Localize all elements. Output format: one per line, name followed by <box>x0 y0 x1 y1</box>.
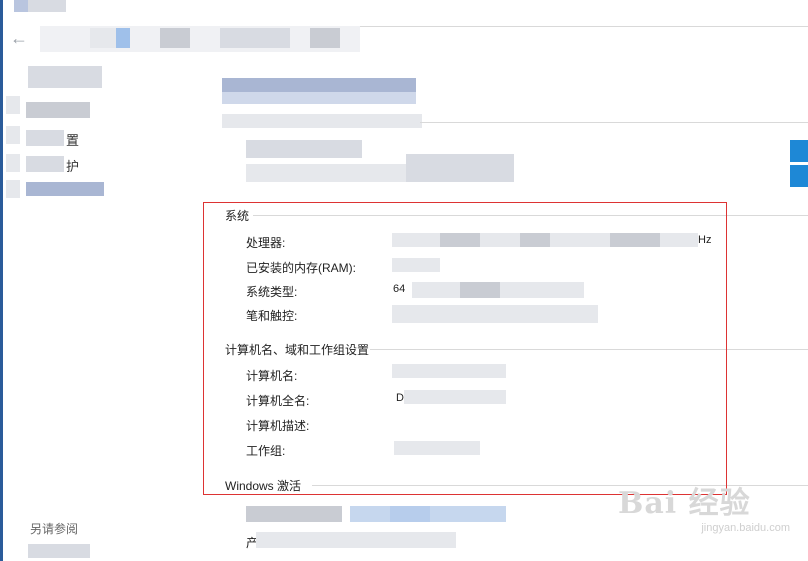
license-terms-link-blur <box>390 506 430 522</box>
sidebar-home-blur[interactable] <box>28 66 102 88</box>
copyright-blur-2 <box>406 154 514 182</box>
sidebar-item-blur-4[interactable] <box>26 182 104 196</box>
sidebar-icon-blur-3 <box>6 154 20 172</box>
page-title <box>222 78 416 92</box>
sidebar-item-label-2[interactable]: 护 <box>66 156 79 175</box>
watermark-brand: Bai 经验 <box>618 486 751 521</box>
edition-divider <box>420 122 808 123</box>
page-title-blur-2 <box>222 92 416 104</box>
address-blur-5 <box>310 28 340 48</box>
watermark-url: jingyan.baidu.com <box>701 522 790 534</box>
edition-name <box>246 140 362 158</box>
baidu-watermark: Bai 经验 jingyan.baidu.com <box>618 478 798 548</box>
copyright-line <box>246 164 406 182</box>
address-blur-4 <box>220 28 290 48</box>
toolbar-divider <box>360 26 808 27</box>
activation-status-blur <box>246 506 342 522</box>
highlight-box <box>203 202 727 495</box>
sidebar-item-label-1[interactable]: 置 <box>66 130 79 149</box>
sidebar-item-blur-3[interactable] <box>26 156 64 172</box>
titlebar-icon-blur <box>14 0 28 12</box>
sidebar-icon-blur-1 <box>6 96 20 114</box>
sidebar-icon-blur-4 <box>6 180 20 198</box>
edition-heading <box>222 114 422 128</box>
address-blur-3 <box>160 28 190 48</box>
product-id-value <box>256 532 456 548</box>
arrow-left-icon[interactable]: ← <box>10 28 30 48</box>
sidebar-icon-blur-2 <box>6 126 20 144</box>
address-blur-2 <box>116 28 130 48</box>
titlebar-text-blur <box>28 0 66 12</box>
see-also-link-blur[interactable] <box>28 544 90 558</box>
see-also-heading: 另请参阅 <box>30 522 79 536</box>
sidebar-item-blur-1[interactable] <box>26 102 90 118</box>
window-left-edge <box>0 0 3 561</box>
windows-logo-icon <box>790 140 808 188</box>
sidebar-item-blur-2[interactable] <box>26 130 64 146</box>
